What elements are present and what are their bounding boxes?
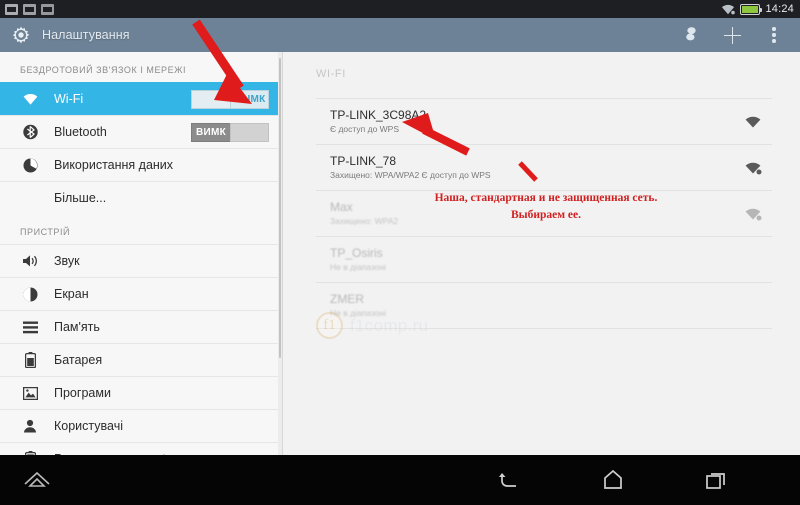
sidebar-scrollbar-thumb[interactable]: [278, 58, 281, 358]
bluetooth-toggle-label: ВИМК: [195, 127, 227, 138]
users-icon: [20, 416, 40, 436]
recents-icon[interactable]: [702, 467, 730, 493]
sidebar-item-wifi[interactable]: Wi-Fi УВІМК: [0, 82, 282, 115]
wifi-network-row[interactable]: TP_Osiris Не в діапазоні: [316, 236, 772, 282]
sidebar-item-power-management[interactable]: Power management: [0, 442, 282, 455]
sidebar-item-storage[interactable]: Пам'ять: [0, 310, 282, 343]
wifi-network-status: Не в діапазоні: [330, 262, 387, 272]
watermark: f1 f1comp.ru: [316, 312, 428, 339]
sidebar-item-label: Пам'ять: [54, 320, 100, 334]
annotation-text: Наша, стандартная и не защищенная сеть. …: [434, 192, 658, 221]
camera-icon: [41, 3, 54, 15]
wifi-network-name: TP_Osiris: [330, 246, 383, 260]
screenshot-icon: [23, 3, 36, 15]
sidebar-section-device-header: ПРИСТРІЙ: [20, 227, 71, 237]
app-title: Налаштування: [42, 28, 130, 42]
battery-icon: [740, 3, 763, 15]
sidebar-scrollbar[interactable]: [278, 52, 282, 455]
sidebar-item-battery[interactable]: Батарея: [0, 343, 282, 376]
sound-icon: [20, 251, 40, 271]
bluetooth-toggle[interactable]: ВИМК: [191, 123, 269, 142]
clock: 14:24: [765, 3, 794, 15]
sidebar-item-label: Батарея: [54, 353, 103, 367]
back-icon[interactable]: [496, 467, 524, 493]
watermark-text: f1comp.ru: [350, 315, 429, 335]
sidebar-item-label: Більше...: [54, 191, 107, 205]
sidebar-item-display[interactable]: Екран: [0, 277, 282, 310]
add-icon[interactable]: [721, 24, 743, 46]
wifi-panel: Wi-Fi TP-LINK_3C98A2 Є доступ до WPS TP-…: [284, 52, 800, 455]
wifi-icon: [20, 89, 40, 109]
overflow-menu-icon[interactable]: [763, 24, 785, 46]
sidebar-section-wireless-header: БЕЗДРОТОВИЙ ЗВ'ЯЗОК І МЕРЕЖІ: [20, 65, 187, 75]
wifi-network-status: Захищено: WPA/WPA2 Є доступ до WPS: [330, 170, 491, 180]
wifi-icon: [721, 4, 736, 15]
status-bar: 14:24: [0, 0, 800, 18]
quick-settings-icon[interactable]: [679, 24, 701, 46]
sidebar-item-label: Bluetooth: [54, 125, 107, 139]
nav-buttons: [496, 467, 800, 493]
sync-icon: [5, 3, 18, 15]
wifi-network-status: Є доступ до WPS: [330, 124, 400, 134]
sidebar-item-label: Використання даних: [54, 158, 174, 172]
sidebar-item-data-usage[interactable]: Використання даних: [0, 148, 282, 181]
sidebar-item-label: Користувачі: [54, 419, 124, 433]
display-icon: [20, 284, 40, 304]
f1-logo-icon: f1: [316, 312, 343, 339]
sidebar-item-label: Звук: [54, 254, 80, 268]
app-bar: Налаштування: [0, 18, 800, 53]
wifi-signal-lock-icon: [744, 207, 762, 221]
wifi-panel-title: Wi-Fi: [316, 68, 346, 80]
sidebar-item-apps[interactable]: Програми: [0, 376, 282, 409]
wifi-network-name: TP-LINK_3C98A2: [330, 108, 427, 122]
wifi-signal-icon: [744, 115, 762, 129]
wifi-network-row[interactable]: TP-LINK_3C98A2 Є доступ до WPS: [316, 98, 772, 144]
home-icon[interactable]: [599, 467, 627, 493]
storage-icon: [20, 317, 40, 337]
status-bar-left-icons: [0, 3, 54, 15]
settings-sidebar[interactable]: БЕЗДРОТОВИЙ ЗВ'ЯЗОК І МЕРЕЖІ Wi-Fi УВІМК: [0, 52, 283, 455]
sidebar-item-label: Wi-Fi: [54, 92, 84, 106]
wifi-network-name: ZMER: [330, 292, 364, 306]
content-area: БЕЗДРОТОВИЙ ЗВ'ЯЗОК І МЕРЕЖІ Wi-Fi УВІМК: [0, 52, 800, 455]
battery-icon: [20, 350, 40, 370]
bluetooth-toggle-track: [230, 123, 269, 142]
sidebar-item-sound[interactable]: Звук: [0, 244, 282, 277]
sidebar-item-users[interactable]: Користувачі: [0, 409, 282, 442]
navigation-bar[interactable]: [0, 455, 800, 505]
asus-home-icon[interactable]: [22, 467, 52, 493]
sidebar-item-label: Програми: [54, 386, 111, 400]
wifi-toggle-knob: УВІМК: [230, 90, 269, 109]
wifi-toggle-label: УВІМК: [233, 94, 266, 105]
wifi-toggle-track: [191, 90, 230, 109]
wifi-network-name: TP-LINK_78: [330, 154, 397, 168]
wifi-toggle[interactable]: УВІМК: [191, 90, 269, 109]
bluetooth-icon: [20, 122, 40, 142]
sidebar-item-label: Екран: [54, 287, 89, 301]
gear-icon: [8, 23, 33, 48]
sidebar-item-bluetooth[interactable]: Bluetooth ВИМК: [0, 115, 282, 148]
wifi-network-row[interactable]: TP-LINK_78 Захищено: WPA/WPA2 Є доступ д…: [316, 144, 772, 190]
tablet-screen: 14:24 Налаштування БЕЗДРОТОВИЙ ЗВ'ЯЗОК І…: [0, 0, 800, 505]
data-usage-icon: [20, 155, 40, 175]
apps-icon: [20, 383, 40, 403]
status-bar-right-icons: 14:24: [721, 3, 800, 15]
app-bar-actions: [679, 24, 800, 46]
sidebar-item-more[interactable]: Більше...: [0, 181, 282, 214]
wifi-signal-lock-icon: [744, 161, 762, 175]
bluetooth-toggle-knob: ВИМК: [191, 123, 230, 142]
